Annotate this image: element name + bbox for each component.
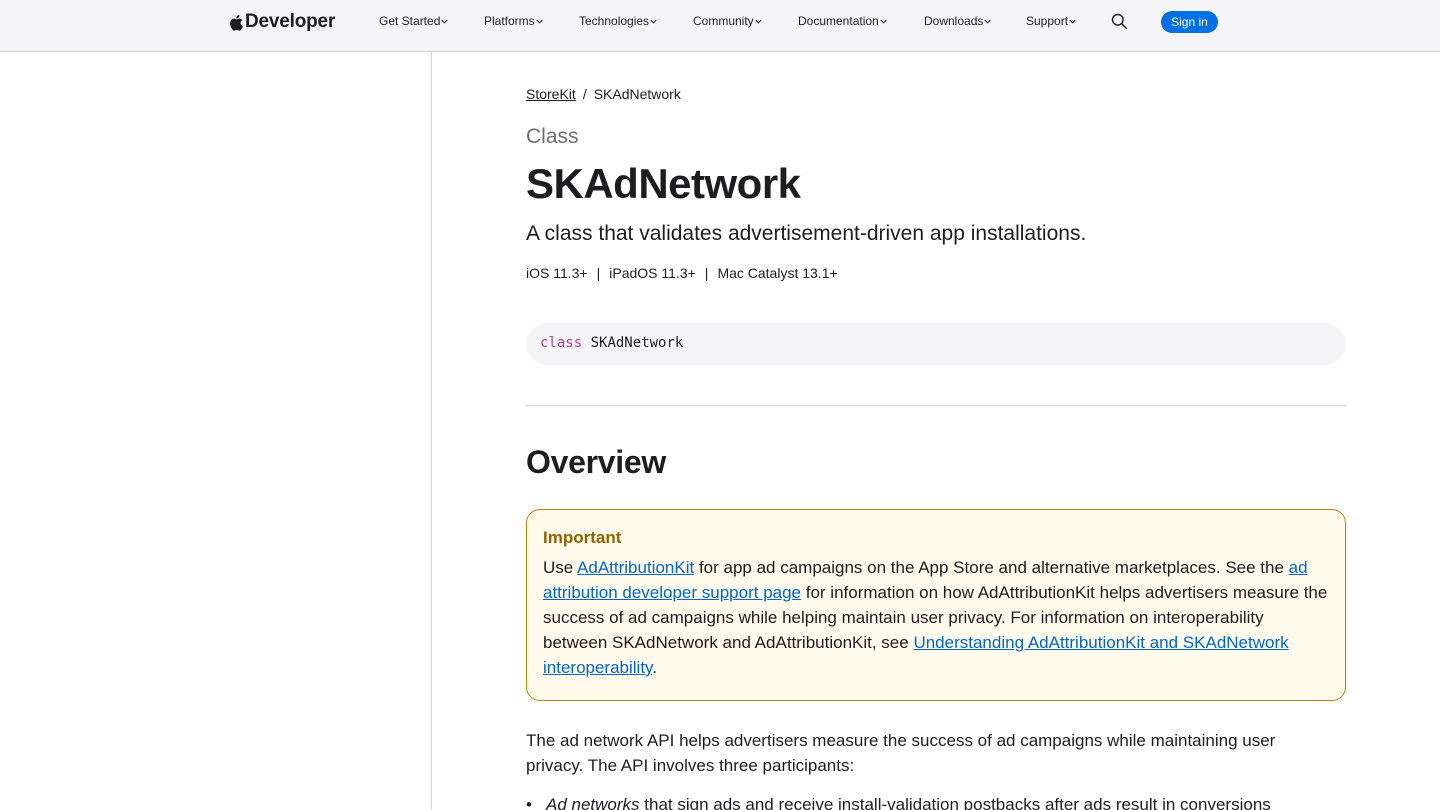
platform-separator: |	[704, 265, 709, 281]
chevron-down-icon	[984, 19, 992, 24]
nav-label: Community	[693, 14, 754, 28]
declaration-keyword: class	[540, 335, 583, 351]
declaration-type-name: SKAdNetwork	[590, 335, 684, 351]
section-divider	[526, 405, 1346, 406]
platform-availability: iOS 11.3+ | iPadOS 11.3+ | Mac Catalyst …	[526, 265, 838, 281]
breadcrumb: StoreKit / SKAdNetwork	[526, 86, 681, 102]
important-text: .	[652, 658, 658, 677]
platform-separator: |	[596, 265, 601, 281]
important-text: for app ad campaigns on the App Store an…	[694, 558, 1289, 577]
page-abstract: A class that validates advertisement-dri…	[526, 222, 1087, 245]
important-label: Important	[543, 528, 622, 547]
nav-platforms[interactable]: Platforms	[484, 14, 543, 28]
list-item-text: that sign ads and receive install-valida…	[639, 795, 1271, 810]
search-button[interactable]	[1111, 13, 1128, 30]
important-callout: Important Use AdAttributionKit for app a…	[526, 509, 1346, 701]
declaration-code-block: class SKAdNetwork	[526, 323, 1346, 365]
platform-ipados: iPadOS 11.3+	[609, 265, 696, 281]
chevron-down-icon	[536, 19, 543, 24]
nav-label: Downloads	[924, 14, 984, 28]
chevron-down-icon	[880, 19, 887, 24]
important-text: Use	[543, 558, 578, 577]
developer-home-link[interactable]: Developer	[229, 11, 335, 33]
list-item-term: Ad networks	[546, 795, 640, 810]
adattributionkit-link[interactable]: AdAttributionKit	[577, 558, 694, 577]
documentation-sidebar	[0, 52, 432, 810]
nav-support[interactable]: Support	[1026, 14, 1076, 28]
nav-community[interactable]: Community	[693, 14, 762, 28]
overview-heading: Overview	[526, 444, 666, 480]
nav-label: Technologies	[579, 14, 650, 28]
breadcrumb-current: SKAdNetwork	[593, 86, 681, 102]
nav-documentation[interactable]: Documentation	[798, 14, 887, 28]
nav-get-started[interactable]: Get Started	[379, 14, 449, 28]
brand-label: Developer	[245, 11, 336, 32]
breadcrumb-separator: /	[582, 86, 587, 102]
platform-mac-catalyst: Mac Catalyst 13.1+	[717, 265, 838, 281]
global-nav: Developer Get Started Platforms Technolo…	[0, 0, 1440, 52]
nav-downloads[interactable]: Downloads	[924, 14, 992, 28]
breadcrumb-storekit-link[interactable]: StoreKit	[526, 86, 576, 102]
chevron-down-icon	[441, 19, 449, 24]
page-title: SKAdNetwork	[526, 160, 801, 207]
important-body: Use AdAttributionKit for app ad campaign…	[543, 555, 1329, 680]
nav-technologies[interactable]: Technologies	[579, 14, 657, 28]
chevron-down-icon	[1069, 19, 1076, 24]
nav-label: Support	[1026, 14, 1069, 28]
participants-list: • Ad networks that sign ads and receive i…	[526, 792, 1326, 810]
symbol-kind-eyebrow: Class	[526, 125, 579, 148]
search-icon	[1111, 13, 1128, 30]
nav-label: Documentation	[798, 14, 879, 28]
chevron-down-icon	[650, 19, 657, 24]
bullet-icon: •	[526, 795, 532, 810]
sign-in-button[interactable]: Sign in	[1161, 11, 1218, 33]
list-item: • Ad networks that sign ads and receive i…	[526, 792, 1326, 810]
platform-ios: iOS 11.3+	[526, 265, 588, 281]
chevron-down-icon	[755, 19, 762, 24]
nav-label: Platforms	[484, 14, 535, 28]
nav-label: Get Started	[379, 14, 441, 28]
apple-logo-icon	[230, 14, 243, 31]
overview-paragraph: The ad network API helps advertisers mea…	[526, 731, 1276, 775]
